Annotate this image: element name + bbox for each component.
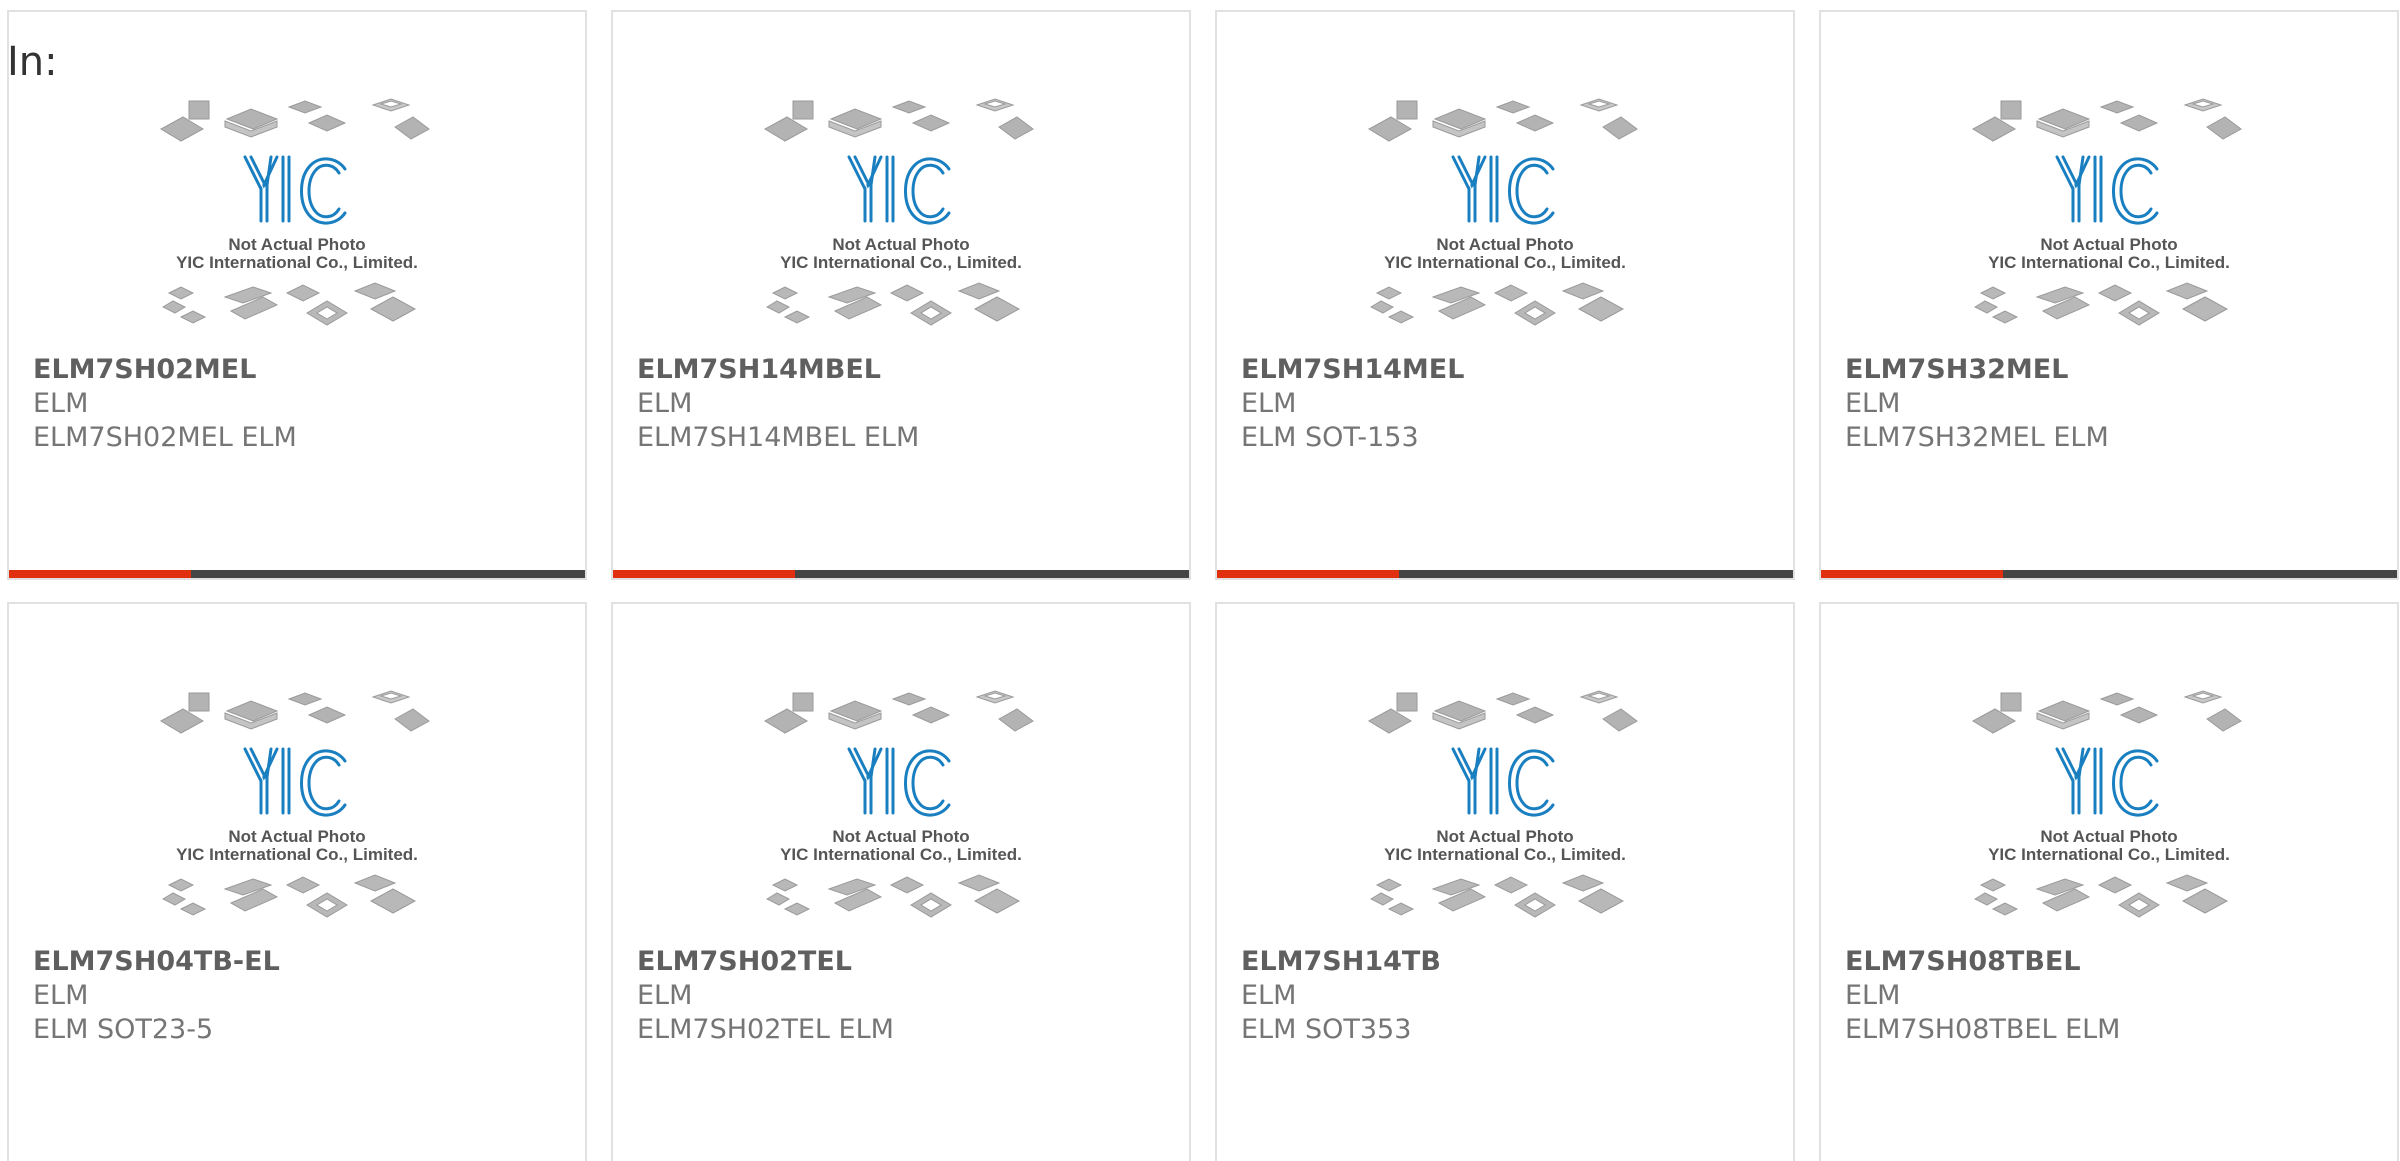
chip-packages-placeholder-icon: Not Actual Photo YIC International Co., … bbox=[1367, 98, 1638, 326]
yic-logo-icon bbox=[1451, 155, 1555, 225]
product-brand: ELM bbox=[637, 388, 693, 419]
product-brand: ELM bbox=[637, 980, 693, 1011]
product-description: ELM7SH02TEL ELM bbox=[637, 1014, 894, 1045]
product-details: ELM7SH14TB ELM ELM SOT353 bbox=[1241, 945, 1783, 1047]
card-bottom-bar bbox=[1217, 570, 1793, 578]
yic-logo-icon bbox=[1451, 747, 1555, 817]
product-brand: ELM bbox=[33, 980, 89, 1011]
product-description: ELM SOT353 bbox=[1241, 1014, 1412, 1045]
chip-packages-placeholder-icon: Not Actual Photo YIC International Co., … bbox=[1971, 98, 2242, 326]
product-description: ELM SOT-153 bbox=[1241, 422, 1419, 453]
card-bottom-bar bbox=[613, 570, 1189, 578]
product-image[interactable]: Not Actual Photo YIC International Co., … bbox=[1821, 689, 2397, 949]
product-details: ELM7SH14MBEL ELM ELM7SH14MBEL ELM bbox=[637, 353, 1179, 455]
card-accent-bar bbox=[9, 570, 191, 578]
yic-logo-icon bbox=[243, 747, 347, 817]
svg-text:YIC International Co., Limited: YIC International Co., Limited. bbox=[176, 253, 418, 272]
yic-logo-icon bbox=[2055, 155, 2159, 225]
product-image[interactable]: Not Actual Photo YIC International Co., … bbox=[1821, 97, 2397, 357]
product-brand: ELM bbox=[1241, 980, 1297, 1011]
yic-logo-icon bbox=[2055, 747, 2159, 817]
product-part-number[interactable]: ELM7SH14TB bbox=[1241, 945, 1783, 979]
filter-label: In: bbox=[7, 39, 58, 85]
chip-packages-placeholder-icon: Not Actual Photo YIC International Co., … bbox=[1367, 690, 1638, 918]
product-details: ELM7SH04TB-EL ELM ELM SOT23-5 bbox=[33, 945, 575, 1047]
product-image[interactable]: Not Actual Photo YIC International Co., … bbox=[9, 689, 585, 949]
svg-text:Not Actual Photo: Not Actual Photo bbox=[832, 827, 969, 846]
chip-packages-placeholder-icon: Not Actual Photo YIC International Co., … bbox=[159, 98, 430, 326]
product-part-number[interactable]: ELM7SH14MEL bbox=[1241, 353, 1783, 387]
svg-text:YIC International Co., Limited: YIC International Co., Limited. bbox=[1384, 845, 1626, 864]
product-brand: ELM bbox=[1241, 388, 1297, 419]
product-brand: ELM bbox=[1845, 388, 1901, 419]
chip-packages-placeholder-icon: Not Actual Photo YIC International Co., … bbox=[763, 98, 1034, 326]
product-details: ELM7SH32MEL ELM ELM7SH32MEL ELM bbox=[1845, 353, 2387, 455]
product-image[interactable]: Not Actual Photo YIC International Co., … bbox=[613, 689, 1189, 949]
product-details: ELM7SH08TBEL ELM ELM7SH08TBEL ELM bbox=[1845, 945, 2387, 1047]
svg-text:Not Actual Photo: Not Actual Photo bbox=[228, 827, 365, 846]
product-image[interactable]: Not Actual Photo YIC International Co., … bbox=[9, 97, 585, 357]
chip-packages-placeholder-icon: Not Actual Photo YIC International Co., … bbox=[159, 690, 430, 918]
product-card[interactable]: Not Actual Photo YIC International Co., … bbox=[7, 10, 587, 580]
svg-text:YIC International Co., Limited: YIC International Co., Limited. bbox=[1988, 845, 2230, 864]
product-card[interactable]: Not Actual Photo YIC International Co., … bbox=[7, 602, 587, 1161]
product-description: ELM7SH14MBEL ELM bbox=[637, 422, 920, 453]
svg-text:Not Actual Photo: Not Actual Photo bbox=[832, 235, 969, 254]
product-part-number[interactable]: ELM7SH08TBEL bbox=[1845, 945, 2387, 979]
product-card[interactable]: Not Actual Photo YIC International Co., … bbox=[611, 602, 1191, 1161]
product-image[interactable]: Not Actual Photo YIC International Co., … bbox=[613, 97, 1189, 357]
product-listing-page: In: Not Actual Photo YIC International C… bbox=[0, 0, 2400, 1161]
svg-text:YIC International Co., Limited: YIC International Co., Limited. bbox=[780, 845, 1022, 864]
product-description: ELM7SH08TBEL ELM bbox=[1845, 1014, 2121, 1045]
product-details: ELM7SH14MEL ELM ELM SOT-153 bbox=[1241, 353, 1783, 455]
product-card[interactable]: Not Actual Photo YIC International Co., … bbox=[1819, 602, 2399, 1161]
svg-text:Not Actual Photo: Not Actual Photo bbox=[1436, 827, 1573, 846]
product-card[interactable]: Not Actual Photo YIC International Co., … bbox=[1215, 10, 1795, 580]
product-image[interactable]: Not Actual Photo YIC International Co., … bbox=[1217, 689, 1793, 949]
card-bottom-bar bbox=[1821, 570, 2397, 578]
product-part-number[interactable]: ELM7SH02TEL bbox=[637, 945, 1179, 979]
card-accent-bar bbox=[1821, 570, 2003, 578]
product-card[interactable]: Not Actual Photo YIC International Co., … bbox=[1819, 10, 2399, 580]
product-part-number[interactable]: ELM7SH14MBEL bbox=[637, 353, 1179, 387]
product-part-number[interactable]: ELM7SH32MEL bbox=[1845, 353, 2387, 387]
yic-logo-icon bbox=[847, 747, 951, 817]
product-part-number[interactable]: ELM7SH04TB-EL bbox=[33, 945, 575, 979]
svg-text:YIC International Co., Limited: YIC International Co., Limited. bbox=[780, 253, 1022, 272]
svg-text:Not Actual Photo: Not Actual Photo bbox=[1436, 235, 1573, 254]
product-description: ELM7SH02MEL ELM bbox=[33, 422, 297, 453]
product-details: ELM7SH02TEL ELM ELM7SH02TEL ELM bbox=[637, 945, 1179, 1047]
product-image[interactable]: Not Actual Photo YIC International Co., … bbox=[1217, 97, 1793, 357]
svg-text:Not Actual Photo: Not Actual Photo bbox=[2040, 235, 2177, 254]
svg-text:YIC International Co., Limited: YIC International Co., Limited. bbox=[1384, 253, 1626, 272]
card-accent-bar bbox=[613, 570, 795, 578]
product-card[interactable]: Not Actual Photo YIC International Co., … bbox=[1215, 602, 1795, 1161]
card-accent-bar bbox=[1217, 570, 1399, 578]
card-bottom-bar bbox=[9, 570, 585, 578]
product-details: ELM7SH02MEL ELM ELM7SH02MEL ELM bbox=[33, 353, 575, 455]
product-brand: ELM bbox=[33, 388, 89, 419]
product-description: ELM SOT23-5 bbox=[33, 1014, 214, 1045]
svg-text:Not Actual Photo: Not Actual Photo bbox=[2040, 827, 2177, 846]
svg-text:YIC International Co., Limited: YIC International Co., Limited. bbox=[176, 845, 418, 864]
yic-logo-icon bbox=[243, 155, 347, 225]
product-description: ELM7SH32MEL ELM bbox=[1845, 422, 2109, 453]
svg-text:YIC International Co., Limited: YIC International Co., Limited. bbox=[1988, 253, 2230, 272]
product-brand: ELM bbox=[1845, 980, 1901, 1011]
product-part-number[interactable]: ELM7SH02MEL bbox=[33, 353, 575, 387]
chip-packages-placeholder-icon: Not Actual Photo YIC International Co., … bbox=[763, 690, 1034, 918]
product-card[interactable]: Not Actual Photo YIC International Co., … bbox=[611, 10, 1191, 580]
svg-text:Not Actual Photo: Not Actual Photo bbox=[228, 235, 365, 254]
product-grid: Not Actual Photo YIC International Co., … bbox=[7, 10, 2400, 1161]
chip-packages-placeholder-icon: Not Actual Photo YIC International Co., … bbox=[1971, 690, 2242, 918]
yic-logo-icon bbox=[847, 155, 951, 225]
